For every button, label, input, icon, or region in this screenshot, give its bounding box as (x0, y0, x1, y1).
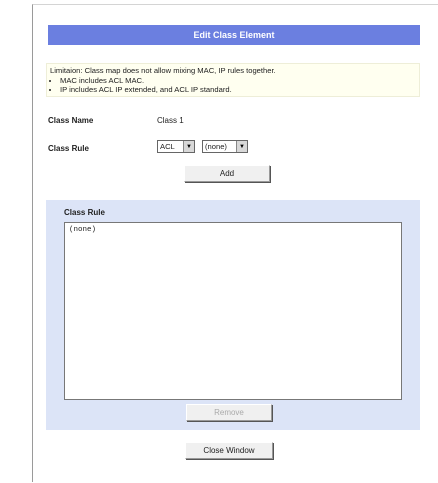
limitation-list: MAC includes ACL MAC. IP includes ACL IP… (50, 76, 416, 95)
acl-select-value: (none) (205, 142, 227, 151)
limitation-text: Limitaion: Class map does not allow mixi… (50, 66, 276, 75)
chevron-down-icon: ▼ (183, 141, 194, 152)
limitation-note: Limitaion: Class map does not allow mixi… (46, 63, 420, 97)
rule-type-value: ACL (160, 142, 175, 151)
list-item[interactable]: (none) (69, 226, 397, 234)
page-title-text: Edit Class Element (193, 30, 275, 40)
page-title: Edit Class Element (48, 25, 420, 45)
limitation-bullet-ip: IP includes ACL IP extended, and ACL IP … (60, 85, 416, 95)
add-button[interactable]: Add (184, 165, 270, 182)
close-window-button[interactable]: Close Window (185, 442, 273, 459)
acl-select[interactable]: (none) ▼ (202, 140, 248, 153)
class-rule-label: Class Rule (48, 144, 89, 153)
class-name-value: Class 1 (157, 116, 184, 125)
class-name-label: Class Name (48, 116, 94, 125)
class-rule-panel-title: Class Rule (64, 208, 105, 217)
class-rule-list[interactable]: (none) (64, 222, 402, 400)
class-rule-panel: Class Rule (none) (46, 200, 420, 430)
rule-type-select[interactable]: ACL ▼ (157, 140, 195, 153)
chevron-down-icon: ▼ (236, 141, 247, 152)
remove-button[interactable]: Remove (186, 404, 272, 421)
limitation-bullet-mac: MAC includes ACL MAC. (60, 76, 416, 86)
